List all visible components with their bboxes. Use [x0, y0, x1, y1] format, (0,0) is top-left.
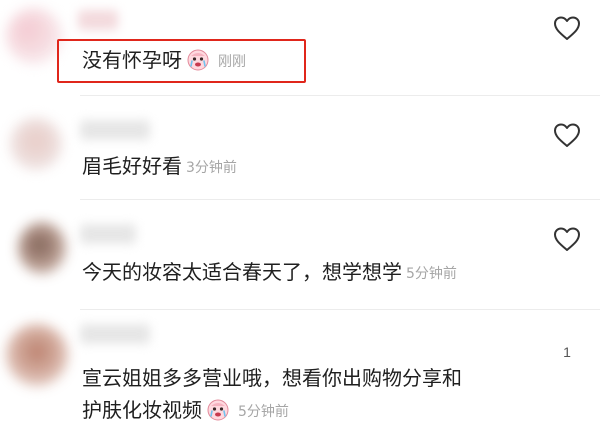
comment-item: 宣云姐姐多多营业哦，想看你出购物分享和 护肤化妆视频 5分钟前 1: [0, 310, 600, 438]
comment-text-line1: 宣云姐姐多多营业哦，想看你出购物分享和: [82, 366, 462, 390]
like-button[interactable]: [552, 122, 582, 148]
avatar[interactable]: [6, 324, 68, 386]
like-button[interactable]: [552, 226, 582, 252]
comment-content: 宣云姐姐多多营业哦，想看你出购物分享和 护肤化妆视频 5分钟前: [82, 362, 462, 428]
username[interactable]: [80, 120, 150, 140]
heart-outline-icon: [554, 123, 580, 147]
like-button[interactable]: 1: [552, 332, 582, 360]
like-count: 1: [563, 344, 571, 360]
comment-item: 今天的妆容太适合春天了，想学想学 5分钟前: [0, 200, 600, 310]
username[interactable]: [80, 224, 136, 244]
comment-item: 眉毛好好看 3分钟前: [0, 96, 600, 200]
comment-text: 眉毛好好看: [82, 154, 182, 178]
avatar[interactable]: [10, 118, 62, 170]
highlight-frame: [57, 39, 306, 83]
avatar[interactable]: [18, 222, 66, 274]
comment-text-line2: 护肤化妆视频: [82, 398, 202, 422]
username[interactable]: [78, 10, 118, 30]
comment-time: 5分钟前: [238, 404, 289, 420]
heart-outline-icon: [554, 227, 580, 251]
crying-face-emoji: [206, 397, 230, 421]
heart-outline-icon: [554, 16, 580, 40]
comment-text: 今天的妆容太适合春天了，想学想学: [82, 260, 402, 284]
comment-time: 5分钟前: [406, 266, 457, 282]
comment-content: 今天的妆容太适合春天了，想学想学 5分钟前: [82, 256, 457, 290]
like-button[interactable]: [552, 15, 582, 41]
avatar[interactable]: [6, 8, 62, 64]
comment-time: 3分钟前: [186, 160, 237, 176]
comment-item: 没有怀孕呀 刚刚: [0, 0, 600, 96]
username[interactable]: [80, 324, 150, 344]
comment-content: 眉毛好好看 3分钟前: [82, 150, 237, 184]
comment-list: 没有怀孕呀 刚刚 眉毛好好看 3分钟前 今天的妆容太适合春天了，想学想学 5分钟…: [0, 0, 600, 438]
